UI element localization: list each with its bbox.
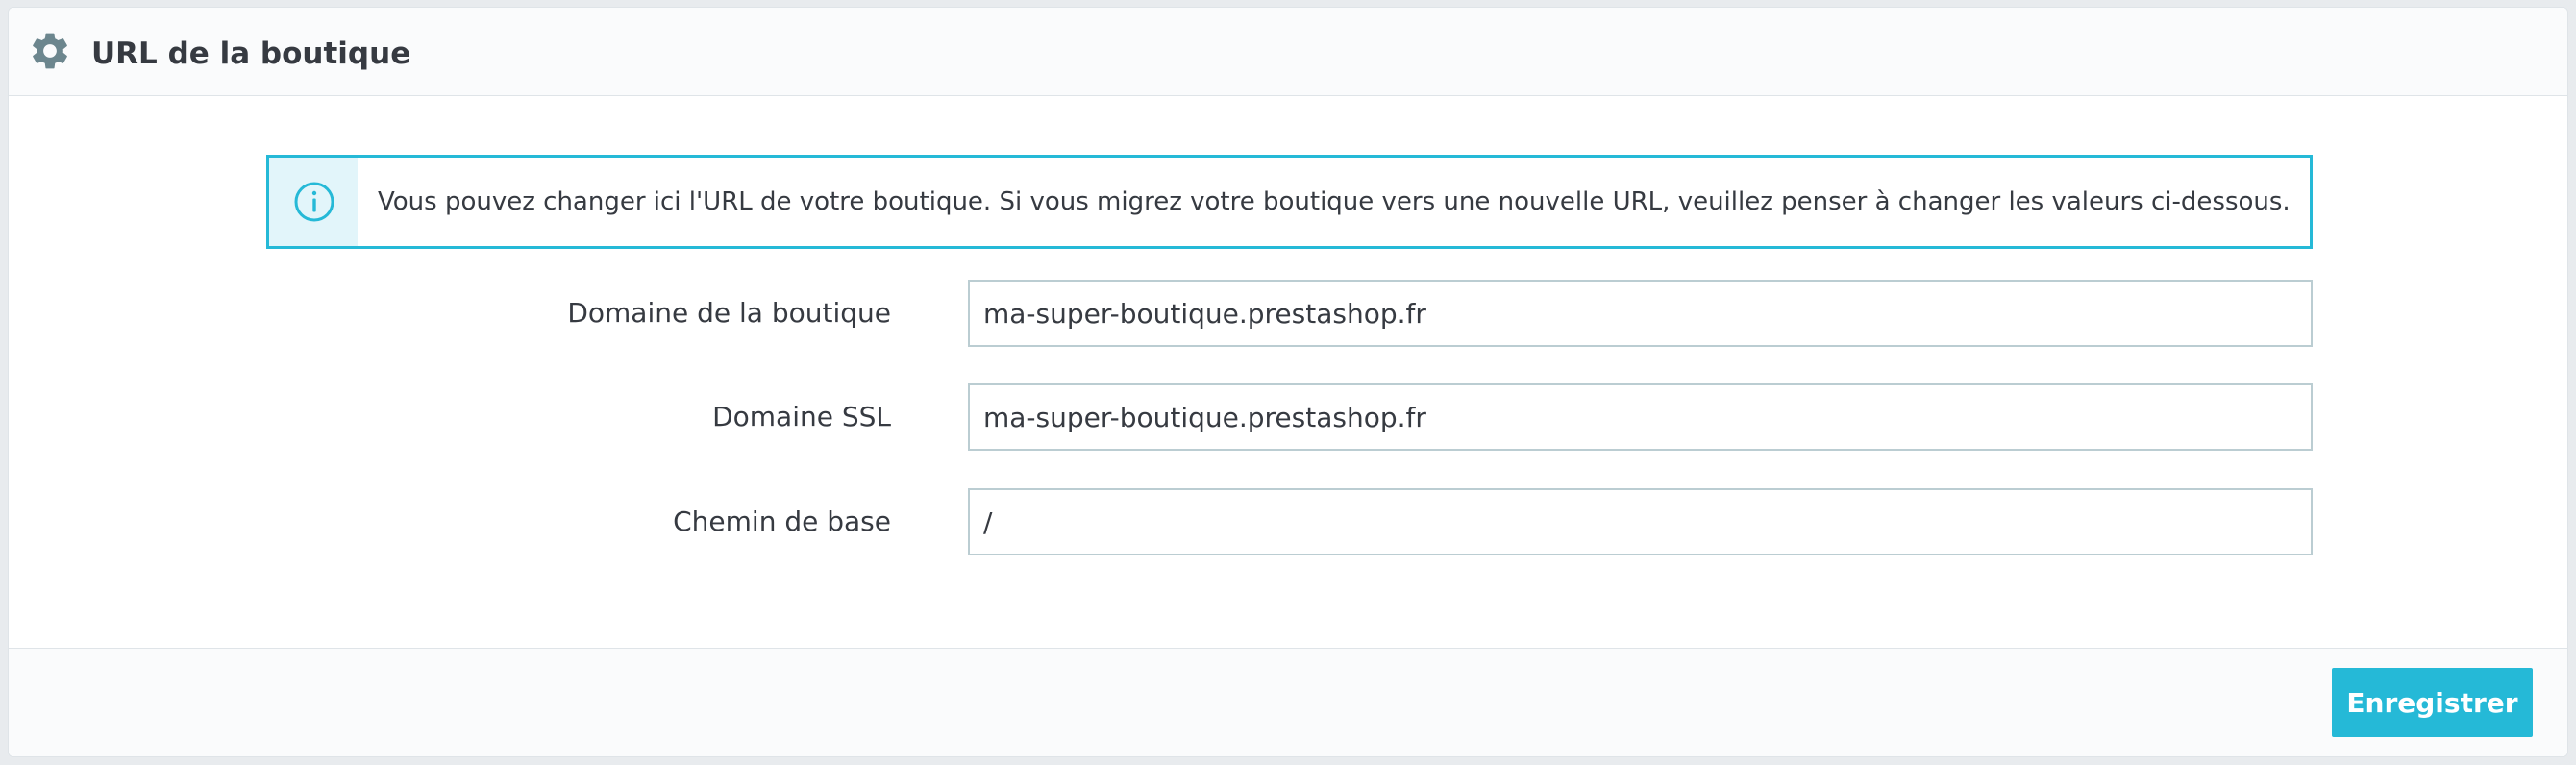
- form-row-domain: Domaine de la boutique: [9, 280, 2567, 347]
- panel-header: URL de la boutique: [9, 8, 2567, 96]
- gear-icon: [33, 33, 67, 69]
- base-path-input[interactable]: [968, 488, 2313, 555]
- ssl-domain-label: Domaine SSL: [712, 401, 891, 432]
- form-row-ssl-domain: Domaine SSL: [9, 383, 2567, 451]
- panel-title: URL de la boutique: [91, 37, 411, 71]
- save-button[interactable]: Enregistrer: [2332, 668, 2533, 737]
- alert-message: Vous pouvez changer ici l'URL de votre b…: [378, 187, 2291, 216]
- form-row-base-path: Chemin de base: [9, 488, 2567, 555]
- panel-footer: Enregistrer: [9, 648, 2567, 756]
- domain-input[interactable]: [968, 280, 2313, 347]
- shop-url-panel: URL de la boutique Vous pouvez changer i…: [8, 7, 2568, 757]
- alert-icon-container: [269, 158, 358, 246]
- info-alert: Vous pouvez changer ici l'URL de votre b…: [266, 155, 2313, 249]
- domain-label: Domaine de la boutique: [567, 297, 891, 329]
- ssl-domain-input[interactable]: [968, 383, 2313, 451]
- base-path-label: Chemin de base: [673, 506, 891, 537]
- info-circle-icon: [294, 182, 334, 222]
